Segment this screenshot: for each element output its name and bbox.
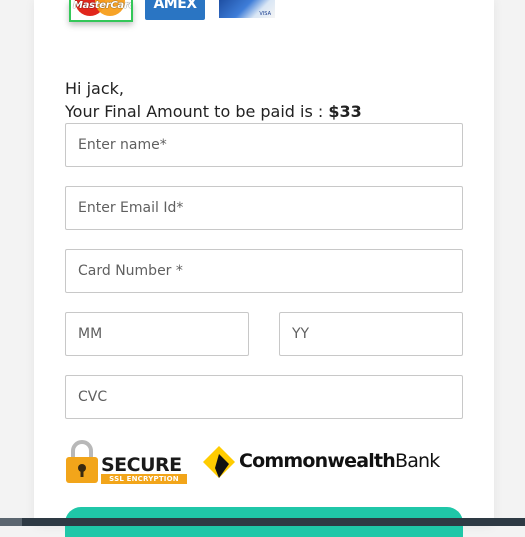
amount-prefix: Your Final Amount to be paid is :: [65, 102, 329, 121]
amount-line: Your Final Amount to be paid is : $33: [65, 101, 362, 123]
greeting-text: Hi jack,: [65, 79, 124, 98]
cba-bold-text: Commonwealth: [239, 450, 396, 472]
cba-wordmark: CommonwealthBank: [239, 450, 440, 472]
secure-ssl-badge: SECURE SSL ENCRYPTION: [65, 438, 189, 484]
cvc-input[interactable]: [65, 375, 463, 419]
ssl-encryption-label: SSL ENCRYPTION: [101, 474, 187, 484]
amount-value: $33: [328, 102, 362, 121]
amex-logo[interactable]: AMEX: [145, 0, 205, 20]
bottom-bar-segment: [0, 518, 22, 526]
expiry-year-input[interactable]: [279, 312, 463, 356]
mastercard-label: MasterCard: [73, 0, 133, 11]
padlock-icon: [66, 440, 98, 483]
name-input[interactable]: [65, 123, 463, 167]
visa-logo[interactable]: VISA: [219, 0, 275, 18]
card-number-input[interactable]: [65, 249, 463, 293]
visa-label: VISA: [259, 11, 271, 17]
commonwealth-bank-logo: CommonwealthBank: [203, 444, 453, 478]
expiry-month-input[interactable]: [65, 312, 249, 356]
secure-word: SECURE: [101, 454, 182, 476]
bottom-bar: [0, 518, 525, 526]
email-input[interactable]: [65, 186, 463, 230]
mastercard-logo[interactable]: MasterCard: [69, 0, 133, 22]
cba-diamond-icon: [203, 446, 235, 478]
trust-badges: SECURE SSL ENCRYPTION CommonwealthBank: [65, 438, 465, 488]
cba-regular-text: Bank: [394, 450, 440, 472]
